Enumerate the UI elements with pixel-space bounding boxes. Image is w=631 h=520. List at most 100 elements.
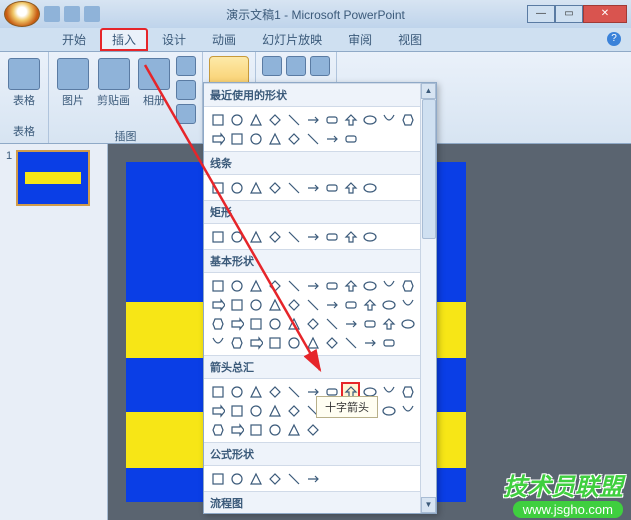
shape-item[interactable] bbox=[341, 129, 360, 148]
shape-item[interactable] bbox=[246, 110, 265, 129]
shape-item[interactable] bbox=[322, 333, 341, 352]
scroll-thumb[interactable] bbox=[422, 99, 436, 239]
shape-item[interactable] bbox=[246, 129, 265, 148]
shape-item[interactable] bbox=[284, 420, 303, 439]
shape-item[interactable] bbox=[227, 333, 246, 352]
shape-item[interactable] bbox=[379, 276, 398, 295]
album-button[interactable]: 相册 bbox=[136, 56, 172, 126]
shape-item[interactable] bbox=[284, 110, 303, 129]
shape-item[interactable] bbox=[322, 110, 341, 129]
redo-icon[interactable] bbox=[84, 6, 100, 22]
shape-item[interactable] bbox=[322, 295, 341, 314]
shapes-small-icon[interactable] bbox=[176, 56, 196, 76]
shape-item[interactable] bbox=[265, 129, 284, 148]
shape-item[interactable] bbox=[284, 178, 303, 197]
shape-item[interactable] bbox=[284, 314, 303, 333]
shape-item[interactable] bbox=[246, 401, 265, 420]
shape-item[interactable] bbox=[303, 314, 322, 333]
shape-item[interactable] bbox=[284, 401, 303, 420]
undo-icon[interactable] bbox=[64, 6, 80, 22]
shape-item[interactable] bbox=[208, 276, 227, 295]
shape-item[interactable] bbox=[379, 110, 398, 129]
shape-item[interactable] bbox=[265, 333, 284, 352]
shape-item[interactable] bbox=[322, 314, 341, 333]
shape-item[interactable] bbox=[208, 420, 227, 439]
shape-item[interactable] bbox=[398, 401, 417, 420]
chart-small-icon[interactable] bbox=[176, 104, 196, 124]
scroll-up-icon[interactable]: ▲ bbox=[421, 83, 436, 99]
shape-item[interactable] bbox=[341, 314, 360, 333]
shape-item[interactable] bbox=[341, 178, 360, 197]
table-button[interactable]: 表格 bbox=[6, 56, 42, 110]
shape-item[interactable] bbox=[246, 295, 265, 314]
shape-item[interactable] bbox=[341, 333, 360, 352]
shape-item[interactable] bbox=[227, 469, 246, 488]
smartart-small-icon[interactable] bbox=[176, 80, 196, 100]
shape-item[interactable] bbox=[227, 129, 246, 148]
shape-item[interactable] bbox=[322, 178, 341, 197]
scroll-down-icon[interactable]: ▼ bbox=[421, 497, 436, 513]
tab-insert[interactable]: 插入 bbox=[100, 28, 148, 51]
shape-item[interactable] bbox=[208, 401, 227, 420]
shape-item[interactable] bbox=[284, 276, 303, 295]
shape-item[interactable] bbox=[341, 227, 360, 246]
shape-item[interactable] bbox=[208, 295, 227, 314]
shape-item[interactable] bbox=[322, 129, 341, 148]
shape-item[interactable] bbox=[360, 314, 379, 333]
shapes-scrollbar[interactable]: ▲ ▼ bbox=[420, 83, 436, 513]
shape-item[interactable] bbox=[379, 333, 398, 352]
shape-item[interactable] bbox=[246, 276, 265, 295]
shape-item[interactable] bbox=[303, 295, 322, 314]
shape-item[interactable] bbox=[303, 420, 322, 439]
picture-button[interactable]: 图片 bbox=[55, 56, 91, 126]
shape-item[interactable] bbox=[360, 178, 379, 197]
shape-item[interactable] bbox=[303, 178, 322, 197]
shape-item[interactable] bbox=[208, 314, 227, 333]
shape-item[interactable] bbox=[208, 469, 227, 488]
shape-item[interactable] bbox=[284, 382, 303, 401]
shape-item[interactable] bbox=[265, 295, 284, 314]
shape-item[interactable] bbox=[208, 178, 227, 197]
shape-item[interactable] bbox=[208, 129, 227, 148]
shape-item[interactable] bbox=[246, 333, 265, 352]
shape-item[interactable] bbox=[208, 382, 227, 401]
tab-home[interactable]: 开始 bbox=[50, 28, 98, 51]
shape-item[interactable] bbox=[341, 276, 360, 295]
shape-item[interactable] bbox=[265, 110, 284, 129]
tab-view[interactable]: 视图 bbox=[386, 28, 434, 51]
shape-item[interactable] bbox=[360, 110, 379, 129]
shape-item[interactable] bbox=[227, 401, 246, 420]
office-button[interactable] bbox=[4, 1, 40, 27]
close-button[interactable]: ✕ bbox=[583, 5, 627, 23]
shape-item[interactable] bbox=[341, 295, 360, 314]
shape-item[interactable] bbox=[208, 227, 227, 246]
shape-item[interactable] bbox=[265, 276, 284, 295]
shape-item[interactable] bbox=[398, 382, 417, 401]
save-icon[interactable] bbox=[44, 6, 60, 22]
shape-item[interactable] bbox=[379, 382, 398, 401]
shape-item[interactable] bbox=[398, 276, 417, 295]
shape-item[interactable] bbox=[246, 314, 265, 333]
shape-item[interactable] bbox=[284, 333, 303, 352]
help-icon[interactable]: ? bbox=[607, 32, 621, 46]
shape-item[interactable] bbox=[360, 333, 379, 352]
shape-item[interactable] bbox=[265, 420, 284, 439]
tab-review[interactable]: 审阅 bbox=[336, 28, 384, 51]
shape-item[interactable] bbox=[227, 382, 246, 401]
shape-item[interactable] bbox=[341, 110, 360, 129]
shape-item[interactable] bbox=[265, 382, 284, 401]
shape-item[interactable] bbox=[265, 401, 284, 420]
shape-item[interactable] bbox=[303, 469, 322, 488]
shape-item[interactable] bbox=[246, 420, 265, 439]
shape-item[interactable] bbox=[265, 314, 284, 333]
shape-item[interactable] bbox=[398, 314, 417, 333]
shape-item[interactable] bbox=[360, 295, 379, 314]
shape-item[interactable] bbox=[303, 129, 322, 148]
minimize-button[interactable]: — bbox=[527, 5, 555, 23]
shape-item[interactable] bbox=[227, 110, 246, 129]
shape-item[interactable] bbox=[246, 178, 265, 197]
shape-item[interactable] bbox=[227, 295, 246, 314]
shape-item[interactable] bbox=[227, 314, 246, 333]
shape-item[interactable] bbox=[208, 333, 227, 352]
shape-item[interactable] bbox=[379, 295, 398, 314]
